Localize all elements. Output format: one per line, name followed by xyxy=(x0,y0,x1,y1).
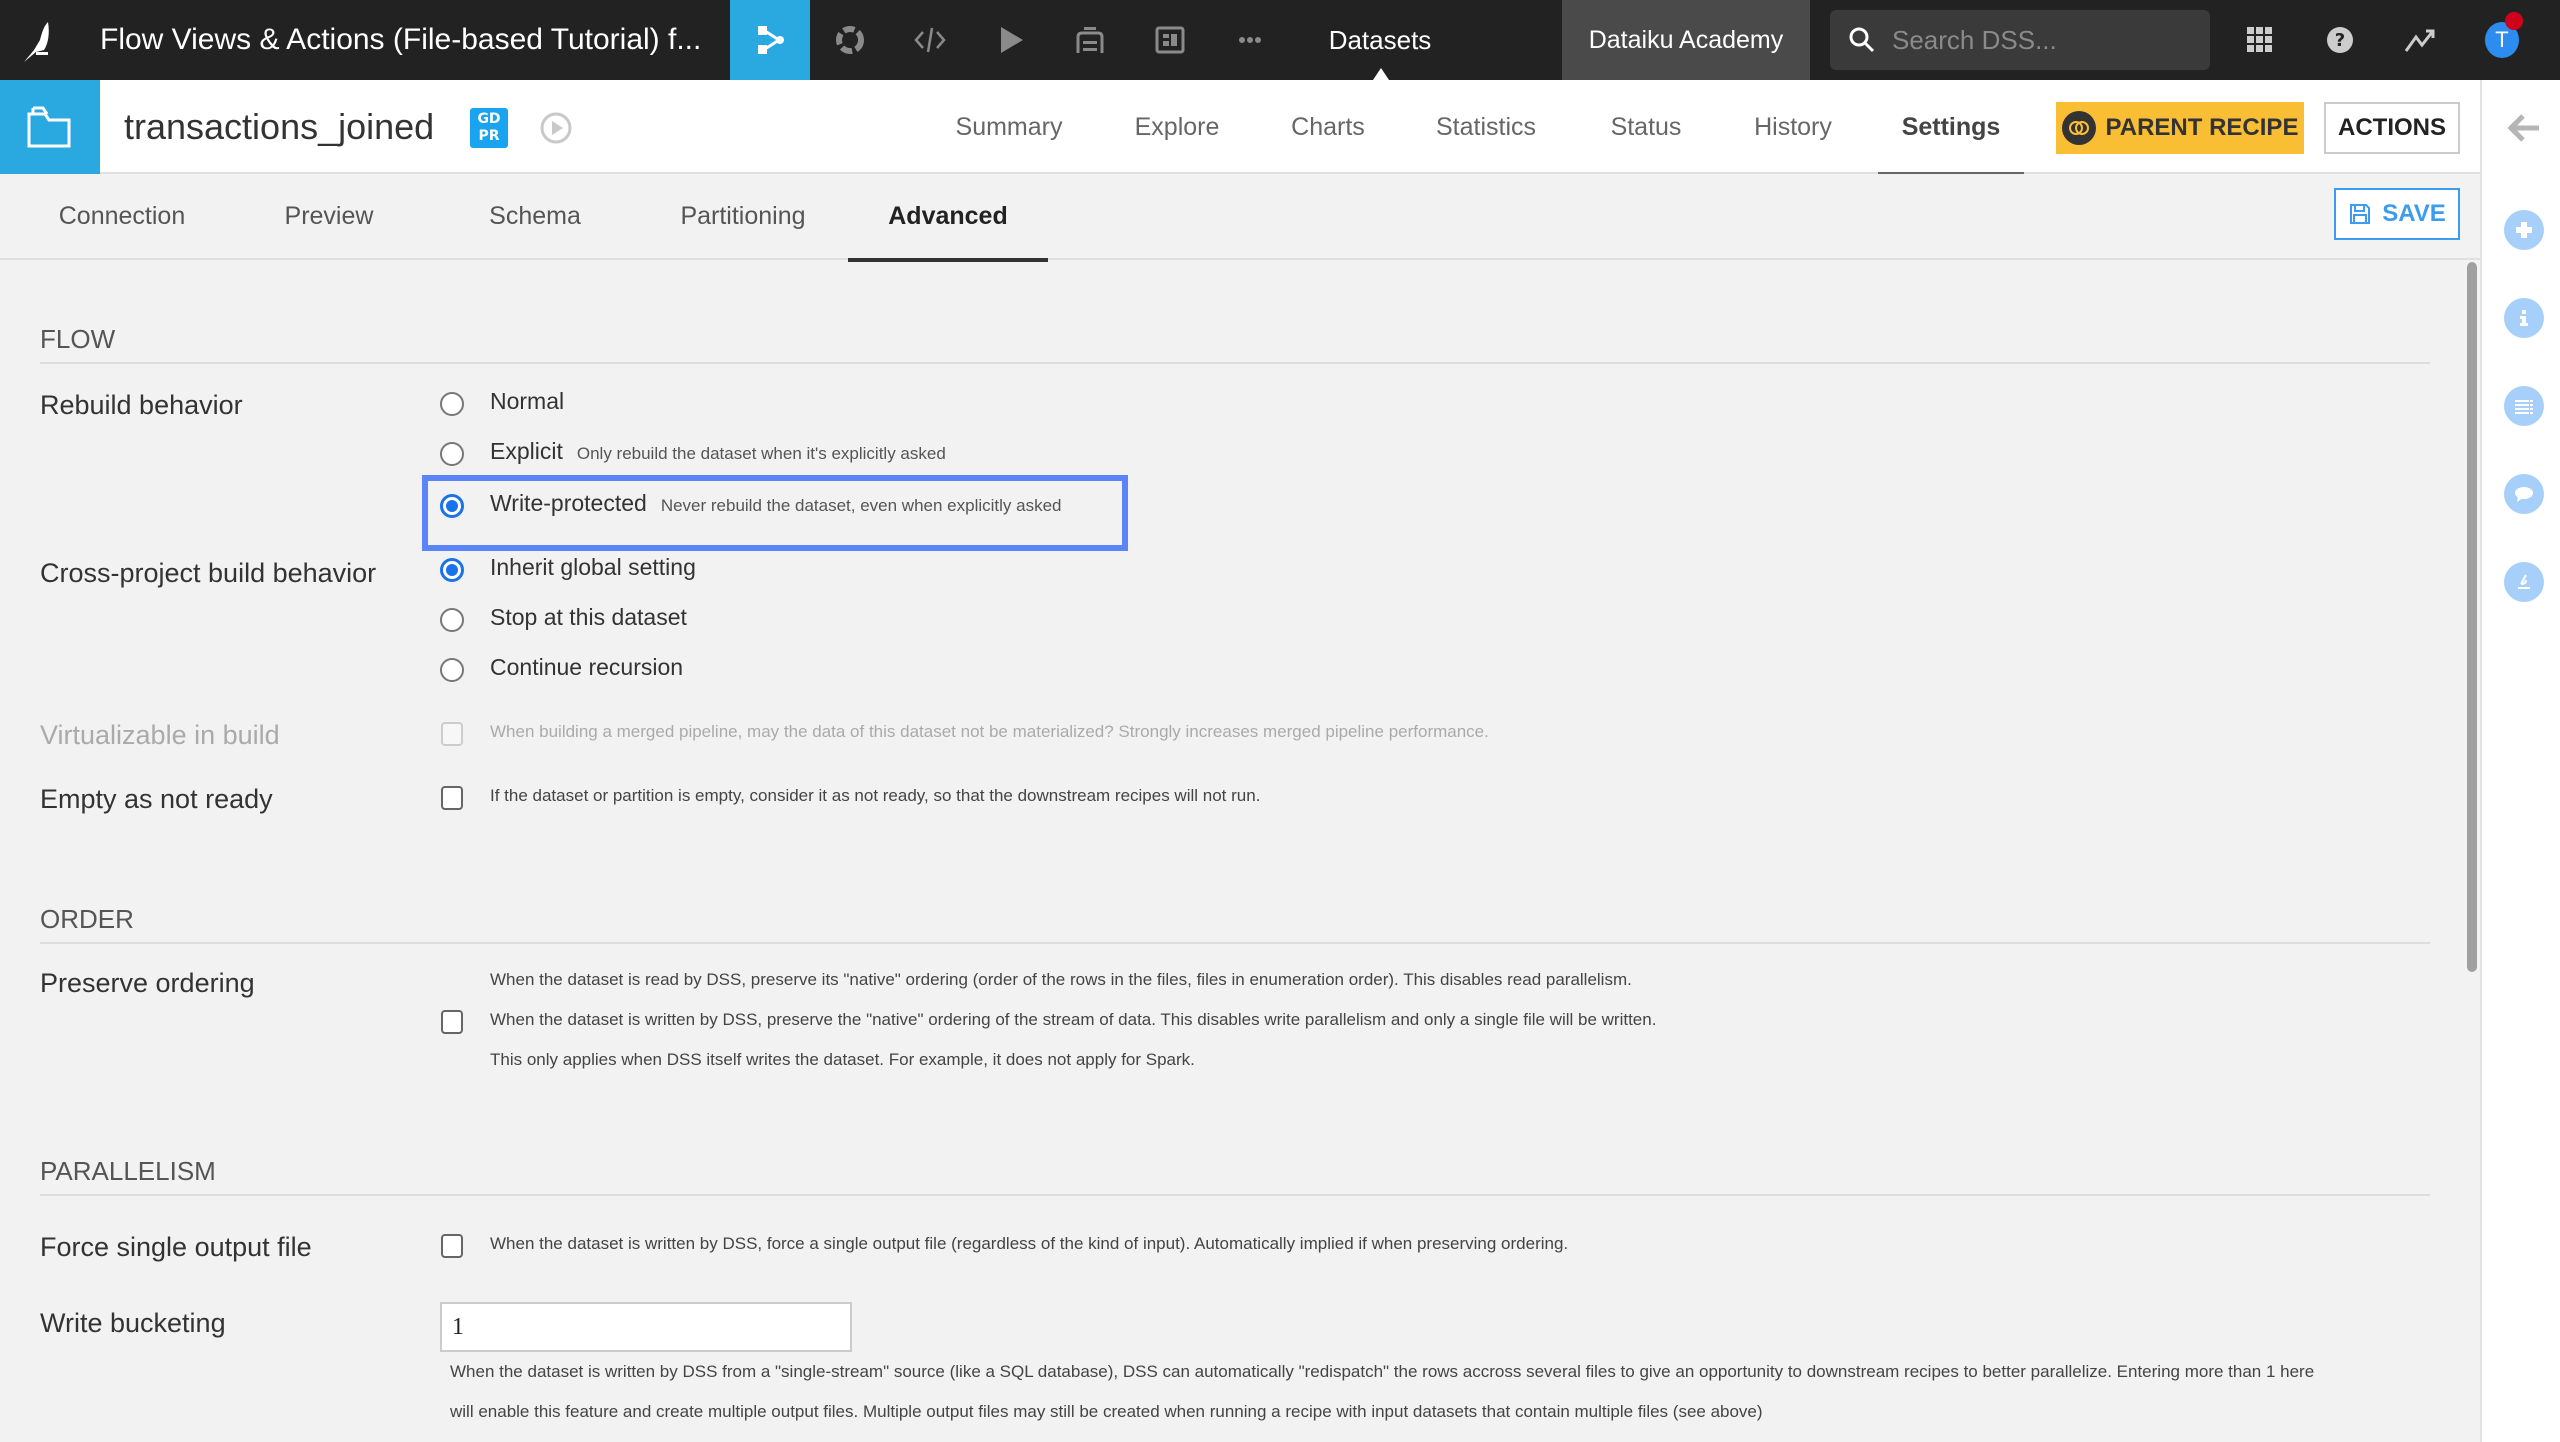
cross-project-label: Cross-project build behavior xyxy=(40,558,377,588)
help-icon[interactable]: ? xyxy=(2320,20,2360,60)
code-icon[interactable] xyxy=(890,0,970,80)
add-icon[interactable] xyxy=(2504,210,2544,250)
virtualizable-checkbox[interactable] xyxy=(441,722,463,746)
radio-cross-continue[interactable] xyxy=(440,658,464,682)
search-box[interactable] xyxy=(1830,10,2210,70)
write-bucketing-input[interactable] xyxy=(440,1302,852,1352)
preserve-ordering-help-1: When the dataset is read by DSS, preserv… xyxy=(490,970,1632,989)
dataset-header: transactions_joined GD PR Summary Explor… xyxy=(0,80,2480,176)
dashboard-icon[interactable] xyxy=(1130,0,1210,80)
virtualizable-label: Virtualizable in build xyxy=(40,720,280,750)
option-label: Explicit Only rebuild the dataset when it… xyxy=(490,438,946,464)
right-sidebar xyxy=(2480,80,2560,1442)
radio-rebuild-explicit[interactable] xyxy=(440,442,464,466)
top-navbar: Flow Views & Actions (File-based Tutoria… xyxy=(0,0,2560,80)
academy-link[interactable]: Dataiku Academy xyxy=(1562,0,1810,80)
tab-charts[interactable]: Charts xyxy=(1284,80,1372,174)
empty-not-ready-help: If the dataset or partition is empty, co… xyxy=(490,786,1261,805)
empty-not-ready-checkbox[interactable] xyxy=(441,786,463,810)
option-hint: Only rebuild the dataset when it's expli… xyxy=(576,444,946,463)
section-divider xyxy=(40,1194,2430,1196)
subtab-preview[interactable]: Preview xyxy=(262,174,396,260)
tab-status[interactable]: Status xyxy=(1604,80,1688,174)
gdpr-badge[interactable]: GD PR xyxy=(470,108,508,148)
search-icon xyxy=(1849,27,1875,53)
apps-grid-icon[interactable] xyxy=(2240,20,2280,60)
empty-not-ready-label: Empty as not ready xyxy=(40,784,273,814)
settings-subtabs: Connection Preview Schema Partitioning A… xyxy=(0,174,2480,262)
save-button[interactable]: SAVE xyxy=(2334,188,2460,240)
option-label: Write-protected Never rebuild the dataset… xyxy=(490,490,1062,516)
compass-icon[interactable] xyxy=(538,110,574,146)
content-scrollbar[interactable] xyxy=(2467,262,2477,972)
lab-icon[interactable] xyxy=(810,0,890,80)
floppy-disk-icon xyxy=(2350,204,2371,224)
save-label: SAVE xyxy=(2382,200,2446,227)
join-recipe-icon xyxy=(2061,111,2096,145)
subtab-connection[interactable]: Connection xyxy=(40,174,204,260)
tab-settings[interactable]: Settings xyxy=(1878,80,2024,176)
preserve-ordering-checkbox[interactable] xyxy=(441,1010,463,1034)
gdpr-badge-line1: GD xyxy=(477,111,501,127)
write-bucketing-label: Write bucketing xyxy=(40,1308,226,1338)
option-label: Normal xyxy=(490,388,565,414)
option-label: Continue recursion xyxy=(490,654,684,680)
tab-history[interactable]: History xyxy=(1748,80,1838,174)
info-icon[interactable] xyxy=(2504,298,2544,338)
project-title[interactable]: Flow Views & Actions (File-based Tutoria… xyxy=(100,0,701,80)
tab-summary[interactable]: Summary xyxy=(950,80,1068,174)
preserve-ordering-help-2: When the dataset is written by DSS, pres… xyxy=(490,1010,1657,1029)
section-title-order: ORDER xyxy=(40,904,134,934)
force-single-label: Force single output file xyxy=(40,1232,312,1262)
lab-microscope-icon[interactable] xyxy=(2504,562,2544,602)
flow-icon[interactable] xyxy=(730,0,810,80)
tab-statistics[interactable]: Statistics xyxy=(1432,80,1540,174)
force-single-checkbox[interactable] xyxy=(441,1234,463,1258)
option-hint: Never rebuild the dataset, even when exp… xyxy=(660,496,1062,515)
preserve-ordering-help-3: This only applies when DSS itself writes… xyxy=(490,1050,1195,1069)
radio-rebuild-write-protected[interactable] xyxy=(440,494,464,518)
activity-trend-icon[interactable] xyxy=(2400,20,2440,60)
radio-rebuild-normal[interactable] xyxy=(440,392,464,416)
radio-cross-inherit[interactable] xyxy=(440,558,464,582)
list-icon[interactable] xyxy=(2504,386,2544,426)
actions-button[interactable]: ACTIONS xyxy=(2324,102,2460,154)
write-bucketing-help-1: When the dataset is written by DSS from … xyxy=(450,1362,2315,1381)
section-title-parallelism: PARALLELISM xyxy=(40,1156,216,1186)
subtab-schema[interactable]: Schema xyxy=(468,174,602,260)
virtualizable-help: When building a merged pipeline, may the… xyxy=(490,722,1489,741)
section-divider xyxy=(40,942,2430,944)
active-caret-icon xyxy=(1373,68,1389,80)
section-divider xyxy=(40,362,2430,364)
option-label: Stop at this dataset xyxy=(490,604,687,630)
run-icon[interactable] xyxy=(970,0,1050,80)
more-icon[interactable] xyxy=(1210,0,1290,80)
search-input[interactable] xyxy=(1892,10,2192,70)
force-single-help: When the dataset is written by DSS, forc… xyxy=(490,1234,1569,1253)
gdpr-badge-line2: PR xyxy=(478,128,500,144)
subtab-partitioning[interactable]: Partitioning xyxy=(668,174,818,260)
dataset-folder-icon xyxy=(0,80,100,174)
tab-explore[interactable]: Explore xyxy=(1126,80,1228,174)
notification-badge xyxy=(2505,12,2523,30)
advanced-settings-panel: FLOW Rebuild behavior Normal Explicit Onl… xyxy=(0,262,2460,1442)
write-bucketing-help-2: will enable this feature and create mult… xyxy=(450,1402,1763,1421)
dataiku-logo-icon[interactable] xyxy=(18,18,64,64)
rebuild-behavior-label: Rebuild behavior xyxy=(40,390,243,420)
svg-text:?: ? xyxy=(2335,30,2345,51)
subtab-advanced[interactable]: Advanced xyxy=(848,174,1048,262)
section-title-flow: FLOW xyxy=(40,324,116,354)
deploy-icon[interactable] xyxy=(1050,0,1130,80)
option-label: Inherit global setting xyxy=(490,554,696,580)
preserve-ordering-label: Preserve ordering xyxy=(40,968,255,998)
parent-recipe-label: PARENT RECIPE xyxy=(2105,114,2299,141)
comment-icon[interactable] xyxy=(2504,474,2544,514)
dataset-name[interactable]: transactions_joined xyxy=(124,80,434,174)
radio-cross-stop[interactable] xyxy=(440,608,464,632)
parent-recipe-button[interactable]: PARENT RECIPE xyxy=(2056,102,2304,154)
back-arrow-icon[interactable] xyxy=(2504,108,2544,148)
